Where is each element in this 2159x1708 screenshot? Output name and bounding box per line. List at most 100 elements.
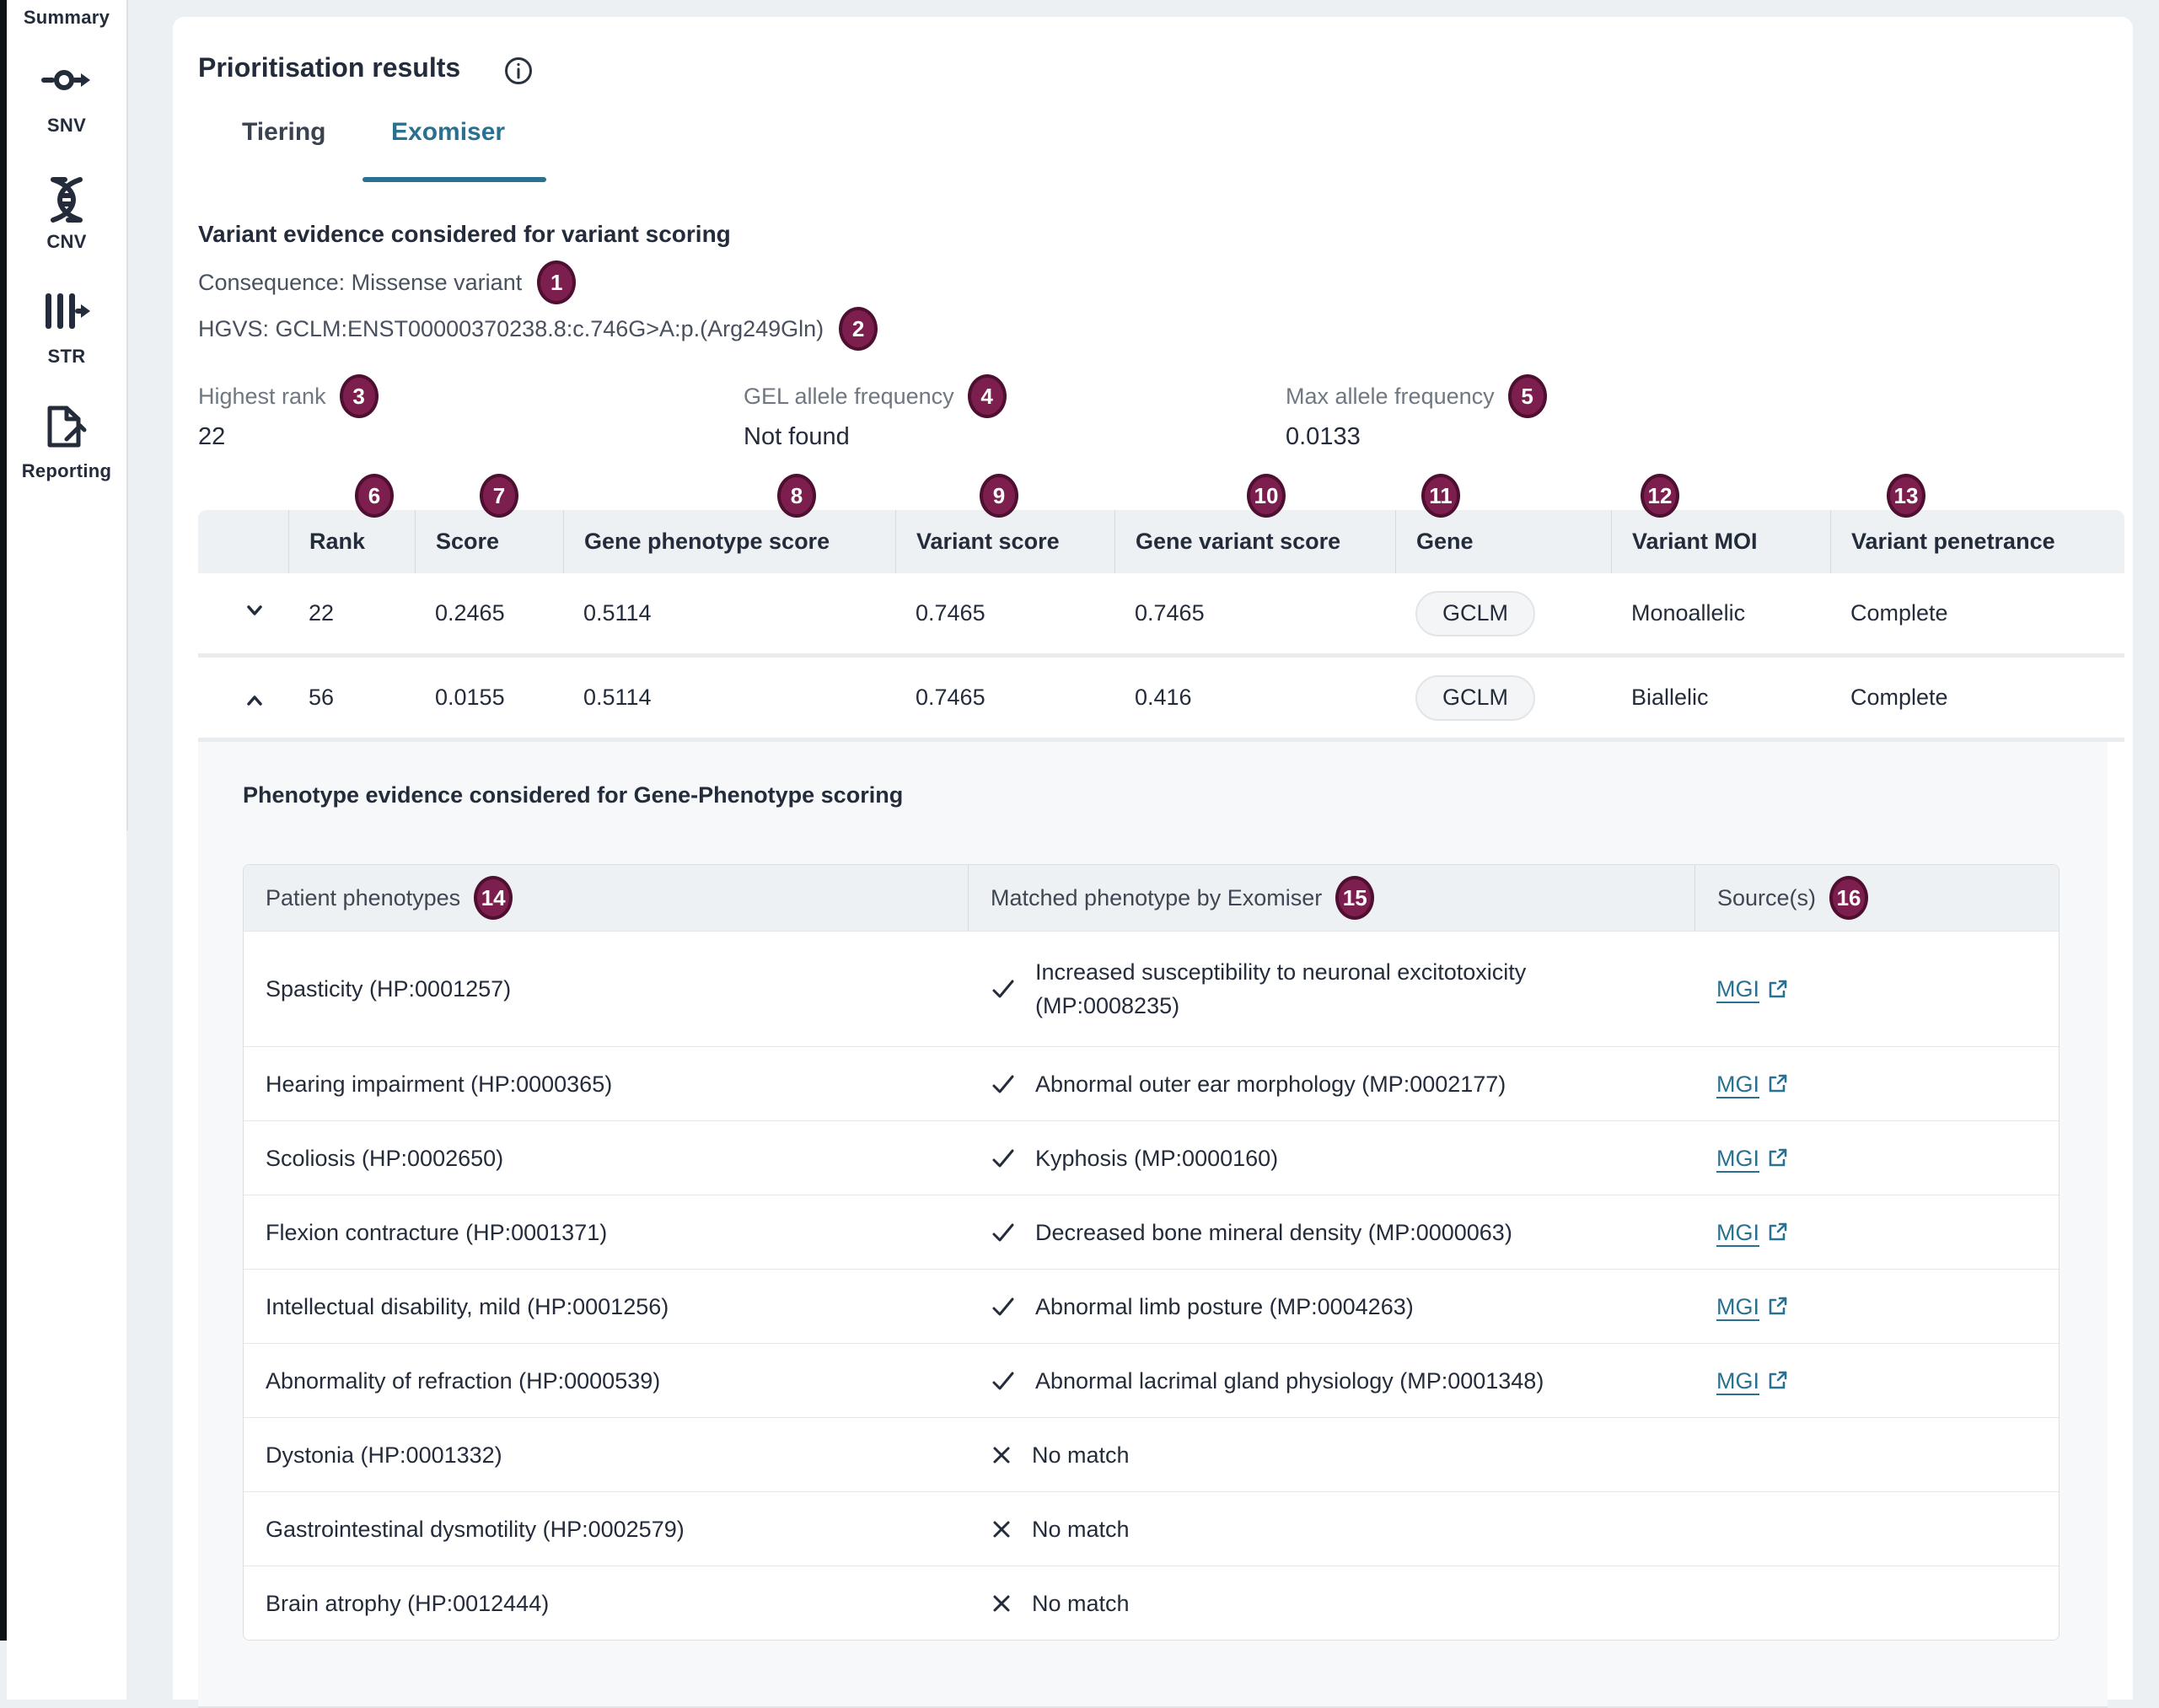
gene-chip[interactable]: GCLM bbox=[1415, 591, 1535, 636]
window-edge bbox=[0, 0, 7, 1641]
column-header-sources: Source(s) 16 bbox=[1694, 865, 2059, 931]
source-cell: MGI bbox=[1694, 1270, 2059, 1343]
table-row: 56 0.0155 0.5114 0.7465 0.416 GCLM Biall… bbox=[198, 658, 2124, 742]
patient-phenotype-cell: Gastrointestinal dysmotility (HP:0002579… bbox=[244, 1492, 968, 1566]
matched-phenotype-cell: Abnormal outer ear morphology (MP:000217… bbox=[968, 1047, 1694, 1120]
variant-score-cell: 0.7465 bbox=[895, 658, 1114, 738]
source-cell bbox=[1694, 1418, 2059, 1491]
check-icon bbox=[990, 975, 1017, 1002]
matched-phenotype-text: Abnormal limb posture (MP:0004263) bbox=[1035, 1290, 1414, 1324]
source-link[interactable]: MGI bbox=[1716, 1067, 1789, 1101]
annotation-badge-4: 4 bbox=[968, 374, 1007, 418]
annotation-badge-13: 13 bbox=[1887, 474, 1925, 518]
column-label: Rank bbox=[309, 529, 365, 555]
patient-phenotype-cell: Flexion contracture (HP:0001371) bbox=[244, 1195, 968, 1269]
annotation-badge-12: 12 bbox=[1641, 474, 1679, 518]
source-cell: MGI bbox=[1694, 932, 2059, 1046]
sidebar-item-str-label[interactable]: STR bbox=[7, 346, 126, 368]
expander-column-header bbox=[198, 510, 288, 573]
matched-phenotype-cell: Abnormal lacrimal gland physiology (MP:0… bbox=[968, 1344, 1694, 1417]
hgvs-line: HGVS: GCLM:ENST00000370238.8:c.746G>A:p.… bbox=[198, 307, 878, 351]
source-label: MGI bbox=[1716, 1290, 1759, 1324]
variant-score-table: Rank 6 Score 7 Gene phenotype score 8 Va… bbox=[198, 510, 2124, 742]
matched-phenotype-text: Abnormal outer ear morphology (MP:000217… bbox=[1035, 1067, 1506, 1101]
variant-moi-cell: Biallelic bbox=[1611, 658, 1830, 738]
column-label: Variant score bbox=[916, 529, 1060, 555]
matched-phenotype-cell: Kyphosis (MP:0000160) bbox=[968, 1121, 1694, 1195]
annotation-badge-5: 5 bbox=[1508, 374, 1547, 418]
matched-phenotype-text: Abnormal lacrimal gland physiology (MP:0… bbox=[1035, 1364, 1544, 1398]
cnv-icon bbox=[43, 175, 90, 224]
source-cell bbox=[1694, 1566, 2059, 1640]
page-title: Prioritisation results bbox=[198, 52, 460, 83]
variant-penetrance-cell: Complete bbox=[1830, 573, 2124, 653]
gene-phenotype-score-cell: 0.5114 bbox=[563, 658, 895, 738]
variant-table-header: Rank 6 Score 7 Gene phenotype score 8 Va… bbox=[198, 510, 2124, 573]
reporting-icon bbox=[44, 403, 89, 450]
gene-phenotype-score-cell: 0.5114 bbox=[563, 573, 895, 653]
chevron-up-icon[interactable] bbox=[242, 684, 267, 712]
gene-cell: GCLM bbox=[1395, 658, 1611, 738]
tab-exomiser[interactable]: Exomiser bbox=[391, 118, 505, 147]
annotation-badge-14: 14 bbox=[474, 876, 513, 920]
column-header-variant-moi: Variant MOI 12 bbox=[1611, 510, 1830, 573]
matched-phenotype-cell: No match bbox=[968, 1566, 1694, 1640]
sidebar-item-reporting[interactable] bbox=[7, 403, 126, 450]
gene-cell: GCLM bbox=[1395, 573, 1611, 653]
phenotype-row: Hearing impairment (HP:0000365) Abnormal… bbox=[244, 1046, 2059, 1120]
sidebar-item-label: Reporting bbox=[22, 460, 112, 482]
sidebar-item-summary[interactable]: Summary bbox=[7, 7, 126, 29]
stat-highest-rank: Highest rank 3 22 bbox=[198, 374, 379, 451]
tab-tiering[interactable]: Tiering bbox=[242, 118, 325, 147]
source-link[interactable]: MGI bbox=[1716, 972, 1789, 1006]
sidebar-item-label: CNV bbox=[46, 231, 86, 253]
source-link[interactable]: MGI bbox=[1716, 1216, 1789, 1249]
patient-phenotype-cell: Dystonia (HP:0001332) bbox=[244, 1418, 968, 1491]
column-label: Source(s) bbox=[1717, 885, 1816, 911]
phenotype-table-header: Patient phenotypes 14 Matched phenotype … bbox=[244, 865, 2059, 931]
snv-icon bbox=[40, 66, 93, 94]
column-label: Variant penetrance bbox=[1851, 529, 2055, 555]
sidebar: Summary SNV CNV bbox=[7, 0, 126, 1700]
sidebar-item-cnv[interactable] bbox=[7, 175, 126, 224]
sidebar-item-label: SNV bbox=[47, 115, 86, 137]
gene-chip[interactable]: GCLM bbox=[1415, 675, 1535, 721]
chevron-down-icon[interactable] bbox=[242, 599, 267, 627]
column-header-rank: Rank 6 bbox=[288, 510, 415, 573]
info-icon[interactable] bbox=[503, 56, 534, 90]
stat-value: 22 bbox=[198, 423, 379, 451]
matched-phenotype-cell: No match bbox=[968, 1492, 1694, 1566]
sidebar-item-snv[interactable] bbox=[7, 66, 126, 94]
patient-phenotype-cell: Brain atrophy (HP:0012444) bbox=[244, 1566, 968, 1640]
stat-gel-allele-frequency: GEL allele frequency 4 Not found bbox=[744, 374, 1007, 451]
sidebar-item-cnv-label[interactable]: CNV bbox=[7, 231, 126, 253]
rank-cell: 56 bbox=[288, 658, 415, 738]
annotation-badge-9: 9 bbox=[980, 474, 1018, 518]
phenotype-row: Scoliosis (HP:0002650) Kyphosis (MP:0000… bbox=[244, 1120, 2059, 1195]
annotation-badge-8: 8 bbox=[777, 474, 816, 518]
variant-moi-cell: Monoallelic bbox=[1611, 573, 1830, 653]
phenotype-row: Abnormality of refraction (HP:0000539) A… bbox=[244, 1343, 2059, 1417]
external-link-icon bbox=[1766, 1147, 1789, 1169]
check-icon bbox=[990, 1293, 1017, 1320]
check-icon bbox=[990, 1071, 1017, 1098]
source-label: MGI bbox=[1716, 972, 1759, 1006]
check-icon bbox=[990, 1219, 1017, 1246]
external-link-icon bbox=[1766, 1295, 1789, 1318]
source-link[interactable]: MGI bbox=[1716, 1290, 1789, 1324]
external-link-icon bbox=[1766, 978, 1789, 1001]
annotation-badge-15: 15 bbox=[1335, 876, 1374, 920]
sidebar-item-snv-label[interactable]: SNV bbox=[7, 115, 126, 137]
annotation-badge-11: 11 bbox=[1421, 474, 1460, 518]
column-label: Gene phenotype score bbox=[584, 529, 830, 555]
sidebar-divider bbox=[126, 0, 128, 830]
phenotype-row: Dystonia (HP:0001332) No match bbox=[244, 1417, 2059, 1491]
sidebar-item-str[interactable] bbox=[7, 292, 126, 330]
phenotype-evidence-panel: Phenotype evidence considered for Gene-P… bbox=[198, 742, 2108, 1708]
annotation-badge-6: 6 bbox=[355, 474, 394, 518]
matched-phenotype-cell: Abnormal limb posture (MP:0004263) bbox=[968, 1270, 1694, 1343]
source-link[interactable]: MGI bbox=[1716, 1364, 1789, 1398]
matched-phenotype-text: No match bbox=[1032, 1438, 1130, 1472]
source-link[interactable]: MGI bbox=[1716, 1141, 1789, 1175]
sidebar-item-reporting-label[interactable]: Reporting bbox=[7, 460, 126, 482]
